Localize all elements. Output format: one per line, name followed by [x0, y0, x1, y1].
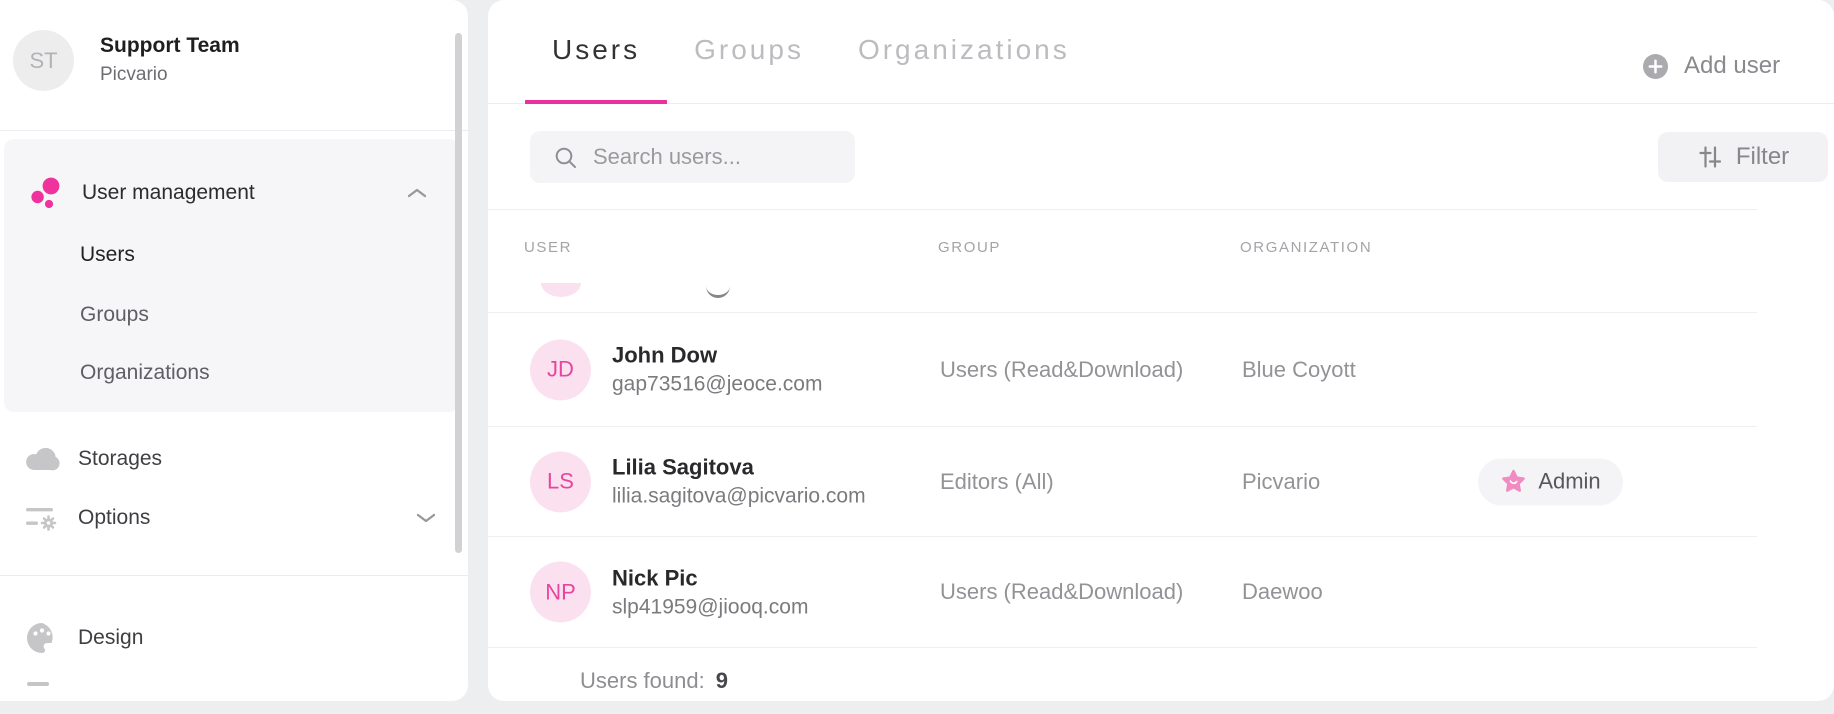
table-header: USER GROUP ORGANIZATION — [488, 239, 1757, 259]
column-header-group: GROUP — [938, 239, 1002, 256]
options-icon — [24, 501, 60, 535]
sliders-icon — [1699, 146, 1721, 168]
avatar: NP — [530, 561, 591, 623]
organization-cell: Picvario — [1242, 468, 1321, 494]
sidebar-item-organizations[interactable]: Organizations — [80, 358, 210, 388]
plus-circle-icon — [1643, 53, 1668, 79]
sidebar-item-label: Design — [78, 626, 144, 649]
sidebar-item-groups[interactable]: Groups — [80, 300, 149, 330]
user-management-section: User management Users Groups Organizatio… — [4, 139, 459, 412]
chevron-down-icon — [416, 512, 436, 524]
cloud-icon — [24, 442, 60, 476]
admin-badge-label: Admin — [1538, 468, 1601, 494]
results-count: 9 — [715, 668, 728, 693]
sidebar-item-design[interactable]: Design — [0, 612, 468, 664]
account-avatar: ST — [13, 30, 74, 91]
avatar: JD — [530, 339, 591, 400]
avatar: LS — [530, 451, 591, 512]
add-user-button[interactable]: Add user — [1643, 48, 1780, 84]
chevron-up-icon — [407, 187, 427, 199]
admin-badge: Admin — [1478, 458, 1623, 505]
sidebar-item-users[interactable]: Users — [80, 240, 135, 270]
sidebar-item-label: Storages — [78, 447, 163, 470]
table-row[interactable]: NP Nick Pic slp41959@jiooq.com Users (Re… — [488, 537, 1757, 648]
column-header-organization: ORGANIZATION — [1240, 239, 1373, 256]
main-panel: Users Groups Organizations Add user Filt… — [488, 0, 1834, 701]
group-cell: Users (Read&Download) — [940, 356, 1184, 382]
collapsed-item-icon — [27, 682, 49, 686]
sidebar: ST Support Team Picvario User management — [0, 0, 468, 701]
sidebar-item-label: Options — [78, 506, 151, 529]
tab-organizations[interactable]: Organizations — [831, 0, 1097, 104]
filter-label: Filter — [1735, 143, 1790, 170]
user-info: Lilia Sagitova lilia.sagitova@picvario.c… — [612, 453, 866, 511]
sidebar-item-options[interactable]: Options — [0, 492, 468, 544]
user-info: Nick Pic slp41959@jiooq.com — [612, 563, 808, 621]
user-table: JD John Dow gap73516@jeoce.com Users (Re… — [488, 260, 1757, 648]
organization-cell: Blue Coyott — [1242, 356, 1356, 382]
tab-groups[interactable]: Groups — [667, 0, 831, 104]
sidebar-divider — [0, 130, 468, 131]
search-icon — [555, 147, 576, 168]
user-management-icon — [28, 176, 64, 210]
user-name: John Dow — [612, 342, 718, 368]
organization-cell: Daewoo — [1242, 579, 1323, 604]
user-info: John Dow gap73516@jeoce.com — [612, 341, 822, 399]
user-name: Lilia Sagitova — [612, 454, 754, 480]
app-window: ST Support Team Picvario User management — [0, 0, 1834, 714]
results-label: Users found: — [580, 668, 705, 693]
group-cell: Users (Read&Download) — [940, 579, 1184, 604]
sidebar-scrollbar[interactable] — [455, 33, 462, 553]
table-row[interactable]: JD John Dow gap73516@jeoce.com Users (Re… — [488, 313, 1757, 427]
search-box — [530, 131, 855, 183]
results-summary: Users found: 9 — [580, 668, 728, 694]
search-input[interactable] — [591, 143, 835, 171]
account-subtitle: Picvario — [100, 64, 168, 85]
palette-icon — [24, 621, 60, 655]
user-email: lilia.sagitova@picvario.com — [612, 484, 866, 508]
user-email: slp41959@jiooq.com — [612, 595, 809, 618]
table-row[interactable]: LS Lilia Sagitova lilia.sagitova@picvari… — [488, 427, 1757, 537]
user-email: gap73516@jeoce.com — [612, 372, 823, 396]
tab-bar: Users Groups Organizations — [488, 0, 1834, 104]
user-cell: NP Nick Pic slp41959@jiooq.com — [530, 561, 808, 623]
add-user-label: Add user — [1684, 52, 1781, 79]
toolbar-divider — [488, 209, 1757, 210]
user-name: Nick Pic — [612, 565, 698, 590]
account-card[interactable]: ST Support Team Picvario — [0, 0, 468, 120]
sidebar-divider — [0, 575, 468, 576]
text-fragment — [706, 284, 730, 298]
sidebar-item-storages[interactable]: Storages — [0, 433, 468, 485]
sidebar-item-user-management[interactable]: User management — [4, 167, 459, 219]
account-name: Support Team — [100, 34, 240, 57]
tab-users[interactable]: Users — [525, 0, 668, 104]
star-smile-icon — [1502, 469, 1526, 492]
sidebar-item-label: User management — [82, 181, 255, 204]
table-row-partial[interactable] — [488, 260, 1757, 313]
column-header-user: USER — [524, 239, 573, 256]
user-cell: JD John Dow gap73516@jeoce.com — [530, 339, 822, 400]
avatar-partial — [541, 283, 581, 297]
user-cell: LS Lilia Sagitova lilia.sagitova@picvari… — [530, 451, 866, 512]
group-cell: Editors (All) — [940, 468, 1054, 494]
filter-button[interactable]: Filter — [1658, 132, 1828, 182]
